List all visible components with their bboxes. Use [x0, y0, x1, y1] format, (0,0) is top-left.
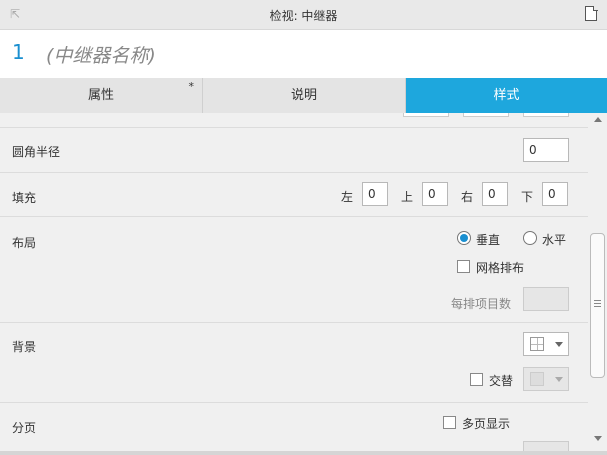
- chevron-down-icon: [555, 377, 563, 382]
- padding-left-input[interactable]: 0: [362, 182, 388, 206]
- fill-swatch-icon: [530, 337, 544, 351]
- multipage-label[interactable]: 多页显示: [462, 415, 510, 432]
- padding-row: 填充 左 0 上 0 右 0 下 0: [0, 173, 588, 217]
- fill-swatch-icon: [530, 372, 544, 386]
- vertical-radio[interactable]: [457, 231, 471, 245]
- layout-row: 布局 垂直 水平 网格排布 每排项目数: [0, 217, 588, 323]
- items-per-row-input[interactable]: [523, 287, 569, 311]
- paging-label: 分页: [12, 421, 37, 435]
- corner-radius-label: 圆角半径: [12, 145, 61, 159]
- vertical-scrollbar[interactable]: [588, 113, 607, 455]
- bottom-divider: [0, 451, 607, 455]
- items-per-row-label: 每排项目数: [451, 297, 512, 311]
- background-fill-dropdown[interactable]: [523, 332, 569, 356]
- scroll-down-icon[interactable]: [594, 436, 602, 441]
- title-bar: ⇱ 检视: 中继器: [0, 0, 607, 30]
- background-label: 背景: [12, 340, 37, 354]
- corner-radius-input[interactable]: 0: [523, 138, 569, 162]
- padding-label: 填充: [12, 191, 37, 205]
- style-panel: 圆角半径 0 填充 左 0 上 0 右 0 下 0 布局 垂直 水平 网格排布 …: [0, 113, 588, 455]
- widget-number: 1: [12, 40, 25, 64]
- tab-label: 属性: [87, 88, 114, 103]
- alternate-fill-dropdown[interactable]: [523, 367, 569, 391]
- alternate-checkbox[interactable]: [470, 373, 483, 386]
- horizontal-radio[interactable]: [523, 231, 537, 245]
- background-row: 背景 交替: [0, 323, 588, 403]
- widget-name-field[interactable]: (中继器名称): [46, 41, 156, 68]
- corner-radius-row: 圆角半径 0: [0, 128, 588, 173]
- input-field[interactable]: [523, 113, 569, 117]
- chevron-down-icon: [555, 342, 563, 347]
- tab-label: 样式: [493, 88, 520, 103]
- padding-top-label: 上: [401, 190, 414, 204]
- document-icon[interactable]: [585, 5, 598, 21]
- grip-icon: [594, 300, 601, 308]
- panel-title: 检视: 中继器: [269, 9, 338, 23]
- tab-notes[interactable]: 说明: [203, 78, 406, 113]
- horizontal-label[interactable]: 水平: [542, 231, 566, 248]
- padding-top-input[interactable]: 0: [422, 182, 448, 206]
- padding-right-label: 右: [461, 190, 474, 204]
- alternate-label[interactable]: 交替: [489, 372, 513, 389]
- padding-right-input[interactable]: 0: [482, 182, 508, 206]
- grid-layout-checkbox[interactable]: [457, 260, 470, 273]
- modified-marker: *: [188, 80, 195, 93]
- tab-properties[interactable]: 属性 *: [0, 78, 203, 113]
- vertical-label[interactable]: 垂直: [476, 231, 500, 248]
- padding-bottom-input[interactable]: 0: [542, 182, 568, 206]
- tab-label: 说明: [290, 88, 317, 103]
- padding-left-label: 左: [341, 190, 354, 204]
- layout-label: 布局: [12, 236, 37, 250]
- tab-style[interactable]: 样式: [406, 78, 607, 113]
- grid-layout-label[interactable]: 网格排布: [476, 259, 524, 276]
- widget-name-bar: 1 (中继器名称): [0, 30, 607, 78]
- scrollbar-thumb[interactable]: [590, 233, 605, 378]
- multipage-checkbox[interactable]: [443, 416, 456, 429]
- scrolled-row: [0, 113, 588, 128]
- inspector-tabs: 属性 * 说明 样式: [0, 78, 607, 113]
- input-field[interactable]: [463, 113, 509, 117]
- input-field[interactable]: [403, 113, 449, 117]
- scroll-up-icon[interactable]: [594, 117, 602, 122]
- padding-bottom-label: 下: [521, 190, 534, 204]
- paging-row: 分页 多页显示: [0, 403, 588, 455]
